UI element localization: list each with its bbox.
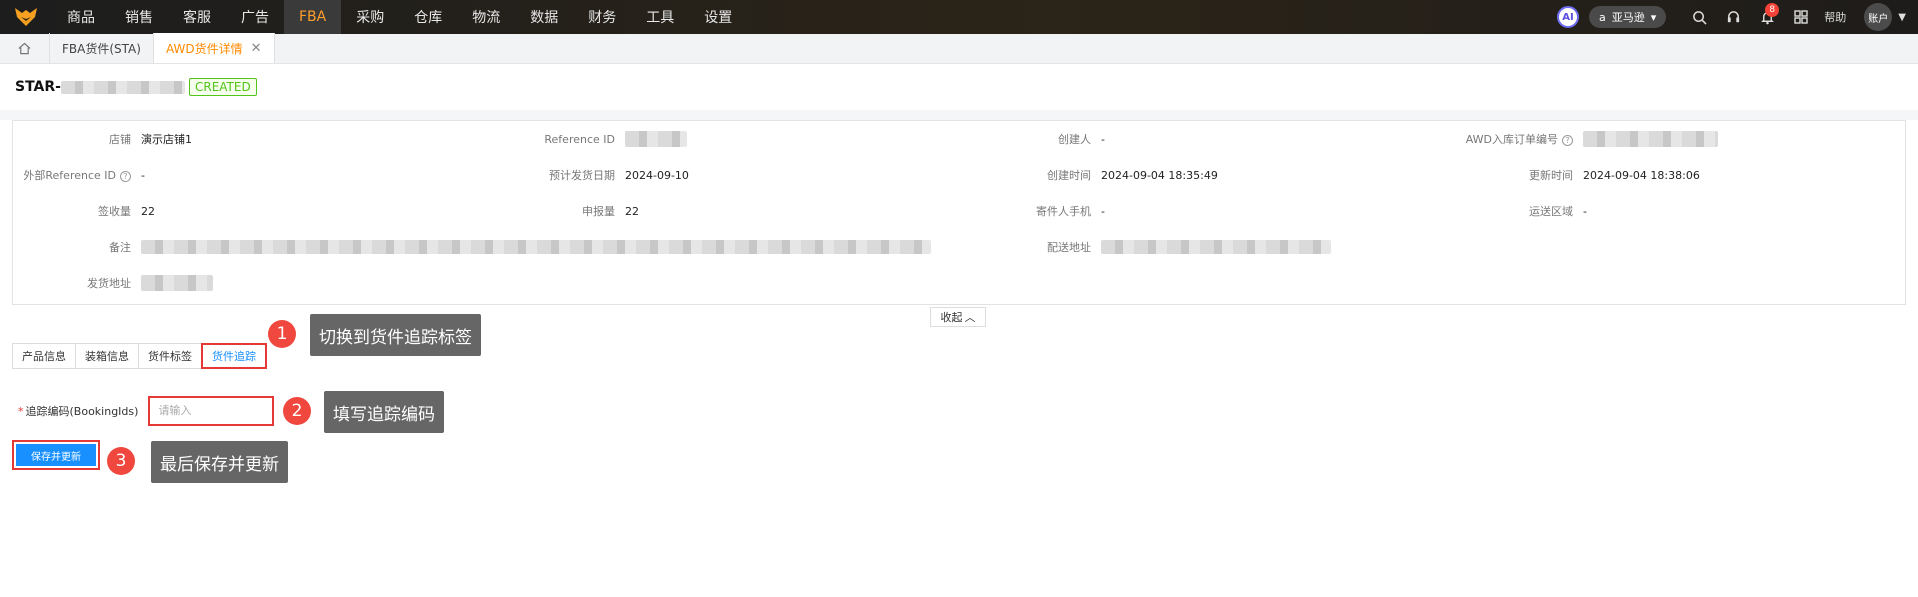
step-marker-3: 3 [107, 447, 135, 475]
tracking-form-row: * 追踪编码(BookingIds) [18, 396, 275, 426]
nav-item-finance[interactable]: 财务 [573, 0, 631, 34]
brand-logo-icon[interactable] [0, 0, 52, 34]
store-label: 店铺 [109, 133, 131, 146]
ship-to-address-redacted [1101, 240, 1331, 254]
ai-assistant-icon[interactable]: AI [1557, 6, 1580, 28]
search-icon[interactable] [1682, 0, 1716, 34]
marketplace-label: 亚马逊 [1611, 11, 1645, 24]
help-icon[interactable]: ? [120, 171, 131, 182]
reference-id-label: Reference ID [544, 132, 615, 146]
planned-ship-date-value: 2024-09-10 [625, 168, 689, 182]
nav-item-ads[interactable]: 广告 [226, 0, 284, 34]
notification-count-badge: 8 [1765, 3, 1780, 17]
nav-item-tools[interactable]: 工具 [631, 0, 689, 34]
tab-fba-shipment-label: FBA货件(STA) [62, 41, 141, 56]
step-marker-1: 1 [268, 320, 296, 348]
tab-shipment-tracking[interactable]: 货件追踪 [201, 343, 267, 369]
collapse-button[interactable]: 收起 ︿ [930, 307, 986, 327]
ship-from-address-redacted [141, 275, 213, 291]
save-and-update-button[interactable]: 保存并更新 [16, 444, 96, 466]
external-reference-id-value: - [141, 168, 145, 182]
step-callout-2: 填写追踪编码 [324, 391, 444, 433]
step-callout-3: 最后保存并更新 [151, 441, 288, 483]
home-icon[interactable] [0, 33, 50, 63]
remark-label: 备注 [109, 241, 131, 254]
shipment-id-prefix: STAR- [15, 79, 61, 95]
nav-item-fba[interactable]: FBA [284, 0, 342, 34]
apps-grid-icon[interactable] [1784, 0, 1818, 34]
nav-item-data[interactable]: 数据 [515, 0, 573, 34]
nav-item-warehouse[interactable]: 仓库 [399, 0, 457, 34]
status-badge: CREATED [188, 78, 257, 96]
reference-id-redacted [625, 131, 687, 147]
top-nav: 商品 销售 客服 广告 FBA 采购 仓库 物流 数据 财务 工具 设置 AI … [0, 0, 1918, 34]
marketplace-selector[interactable]: a 亚马逊 ▾ [1589, 6, 1667, 28]
step-marker-2: 2 [283, 397, 311, 425]
nav-item-settings[interactable]: 设置 [689, 0, 747, 34]
tab-awd-shipment-detail-label: AWD货件详情 [165, 41, 243, 56]
declared-qty-value: 22 [625, 204, 639, 218]
nav-item-logistics[interactable]: 物流 [457, 0, 515, 34]
page-tab-bar: FBA货件(STA) AWD货件详情 ✕ [0, 33, 1918, 64]
tab-product-info[interactable]: 产品信息 [12, 343, 76, 369]
required-mark: * [18, 404, 24, 418]
nav-right-tools: AI a 亚马逊 ▾ 8 帮助 账户 ▼ [1557, 0, 1918, 34]
section-separator [0, 110, 1918, 120]
tab-awd-shipment-detail[interactable]: AWD货件详情 ✕ [153, 33, 275, 63]
headset-icon[interactable] [1716, 0, 1750, 34]
ship-from-address-label: 发货地址 [87, 277, 131, 290]
account-caret-icon[interactable]: ▼ [1898, 12, 1906, 23]
external-reference-id-label: 外部Reference ID [23, 169, 116, 182]
amazon-icon: a [1599, 10, 1606, 24]
help-link[interactable]: 帮助 [1824, 9, 1846, 25]
planned-ship-date-label: 预计发货日期 [549, 169, 615, 182]
shipment-id-redacted [60, 80, 185, 94]
help-icon[interactable]: ? [1562, 135, 1573, 146]
tab-shipment-labels[interactable]: 货件标签 [138, 343, 202, 369]
created-time-value: 2024-09-04 18:35:49 [1101, 168, 1218, 182]
nav-item-products[interactable]: 商品 [52, 0, 110, 34]
shipment-info-panel: 店铺 演示店铺1 Reference ID 创建人 - AWD入库订单编号? 外部R… [12, 120, 1906, 305]
close-icon[interactable]: ✕ [251, 41, 262, 56]
created-time-label: 创建时间 [1047, 169, 1091, 182]
bell-icon[interactable]: 8 [1750, 0, 1784, 34]
awd-order-label: AWD入库订单编号 [1465, 133, 1558, 146]
nav-item-service[interactable]: 客服 [168, 0, 226, 34]
nav-item-sales[interactable]: 销售 [110, 0, 168, 34]
creator-value: - [1101, 132, 1105, 146]
step-callout-1: 切换到货件追踪标签 [310, 314, 481, 356]
sender-phone-value: - [1101, 204, 1105, 218]
creator-label: 创建人 [1058, 133, 1091, 146]
shipment-header: STAR- CREATED [0, 64, 1918, 110]
account-avatar[interactable]: 账户 [1864, 3, 1893, 31]
sender-phone-label: 寄件人手机 [1036, 205, 1091, 218]
store-value: 演示店铺1 [141, 133, 192, 146]
shipping-region-value: - [1583, 204, 1587, 218]
detail-tabs: 产品信息 装箱信息 货件标签 货件追踪 [12, 343, 267, 369]
tab-packing-info[interactable]: 装箱信息 [75, 343, 139, 369]
received-qty-value: 22 [141, 204, 155, 218]
shipping-region-label: 运送区域 [1529, 205, 1573, 218]
received-qty-label: 签收量 [98, 205, 131, 218]
collapse-label: 收起 [940, 311, 963, 324]
ship-to-address-label: 配送地址 [1047, 241, 1091, 254]
updated-time-value: 2024-09-04 18:38:06 [1583, 168, 1700, 182]
chevron-down-icon: ▾ [1650, 10, 1657, 24]
remark-redacted [141, 240, 931, 254]
updated-time-label: 更新时间 [1529, 169, 1573, 182]
save-button-frame: 保存并更新 [12, 440, 100, 470]
tab-fba-shipment[interactable]: FBA货件(STA) [50, 33, 154, 63]
nav-item-purchase[interactable]: 采购 [341, 0, 399, 34]
declared-qty-label: 申报量 [582, 205, 615, 218]
awd-order-redacted [1583, 131, 1718, 147]
tracking-id-input[interactable] [148, 396, 275, 426]
tracking-id-label: 追踪编码(BookingIds) [25, 405, 139, 418]
chevron-up-icon: ︿ [964, 311, 976, 324]
